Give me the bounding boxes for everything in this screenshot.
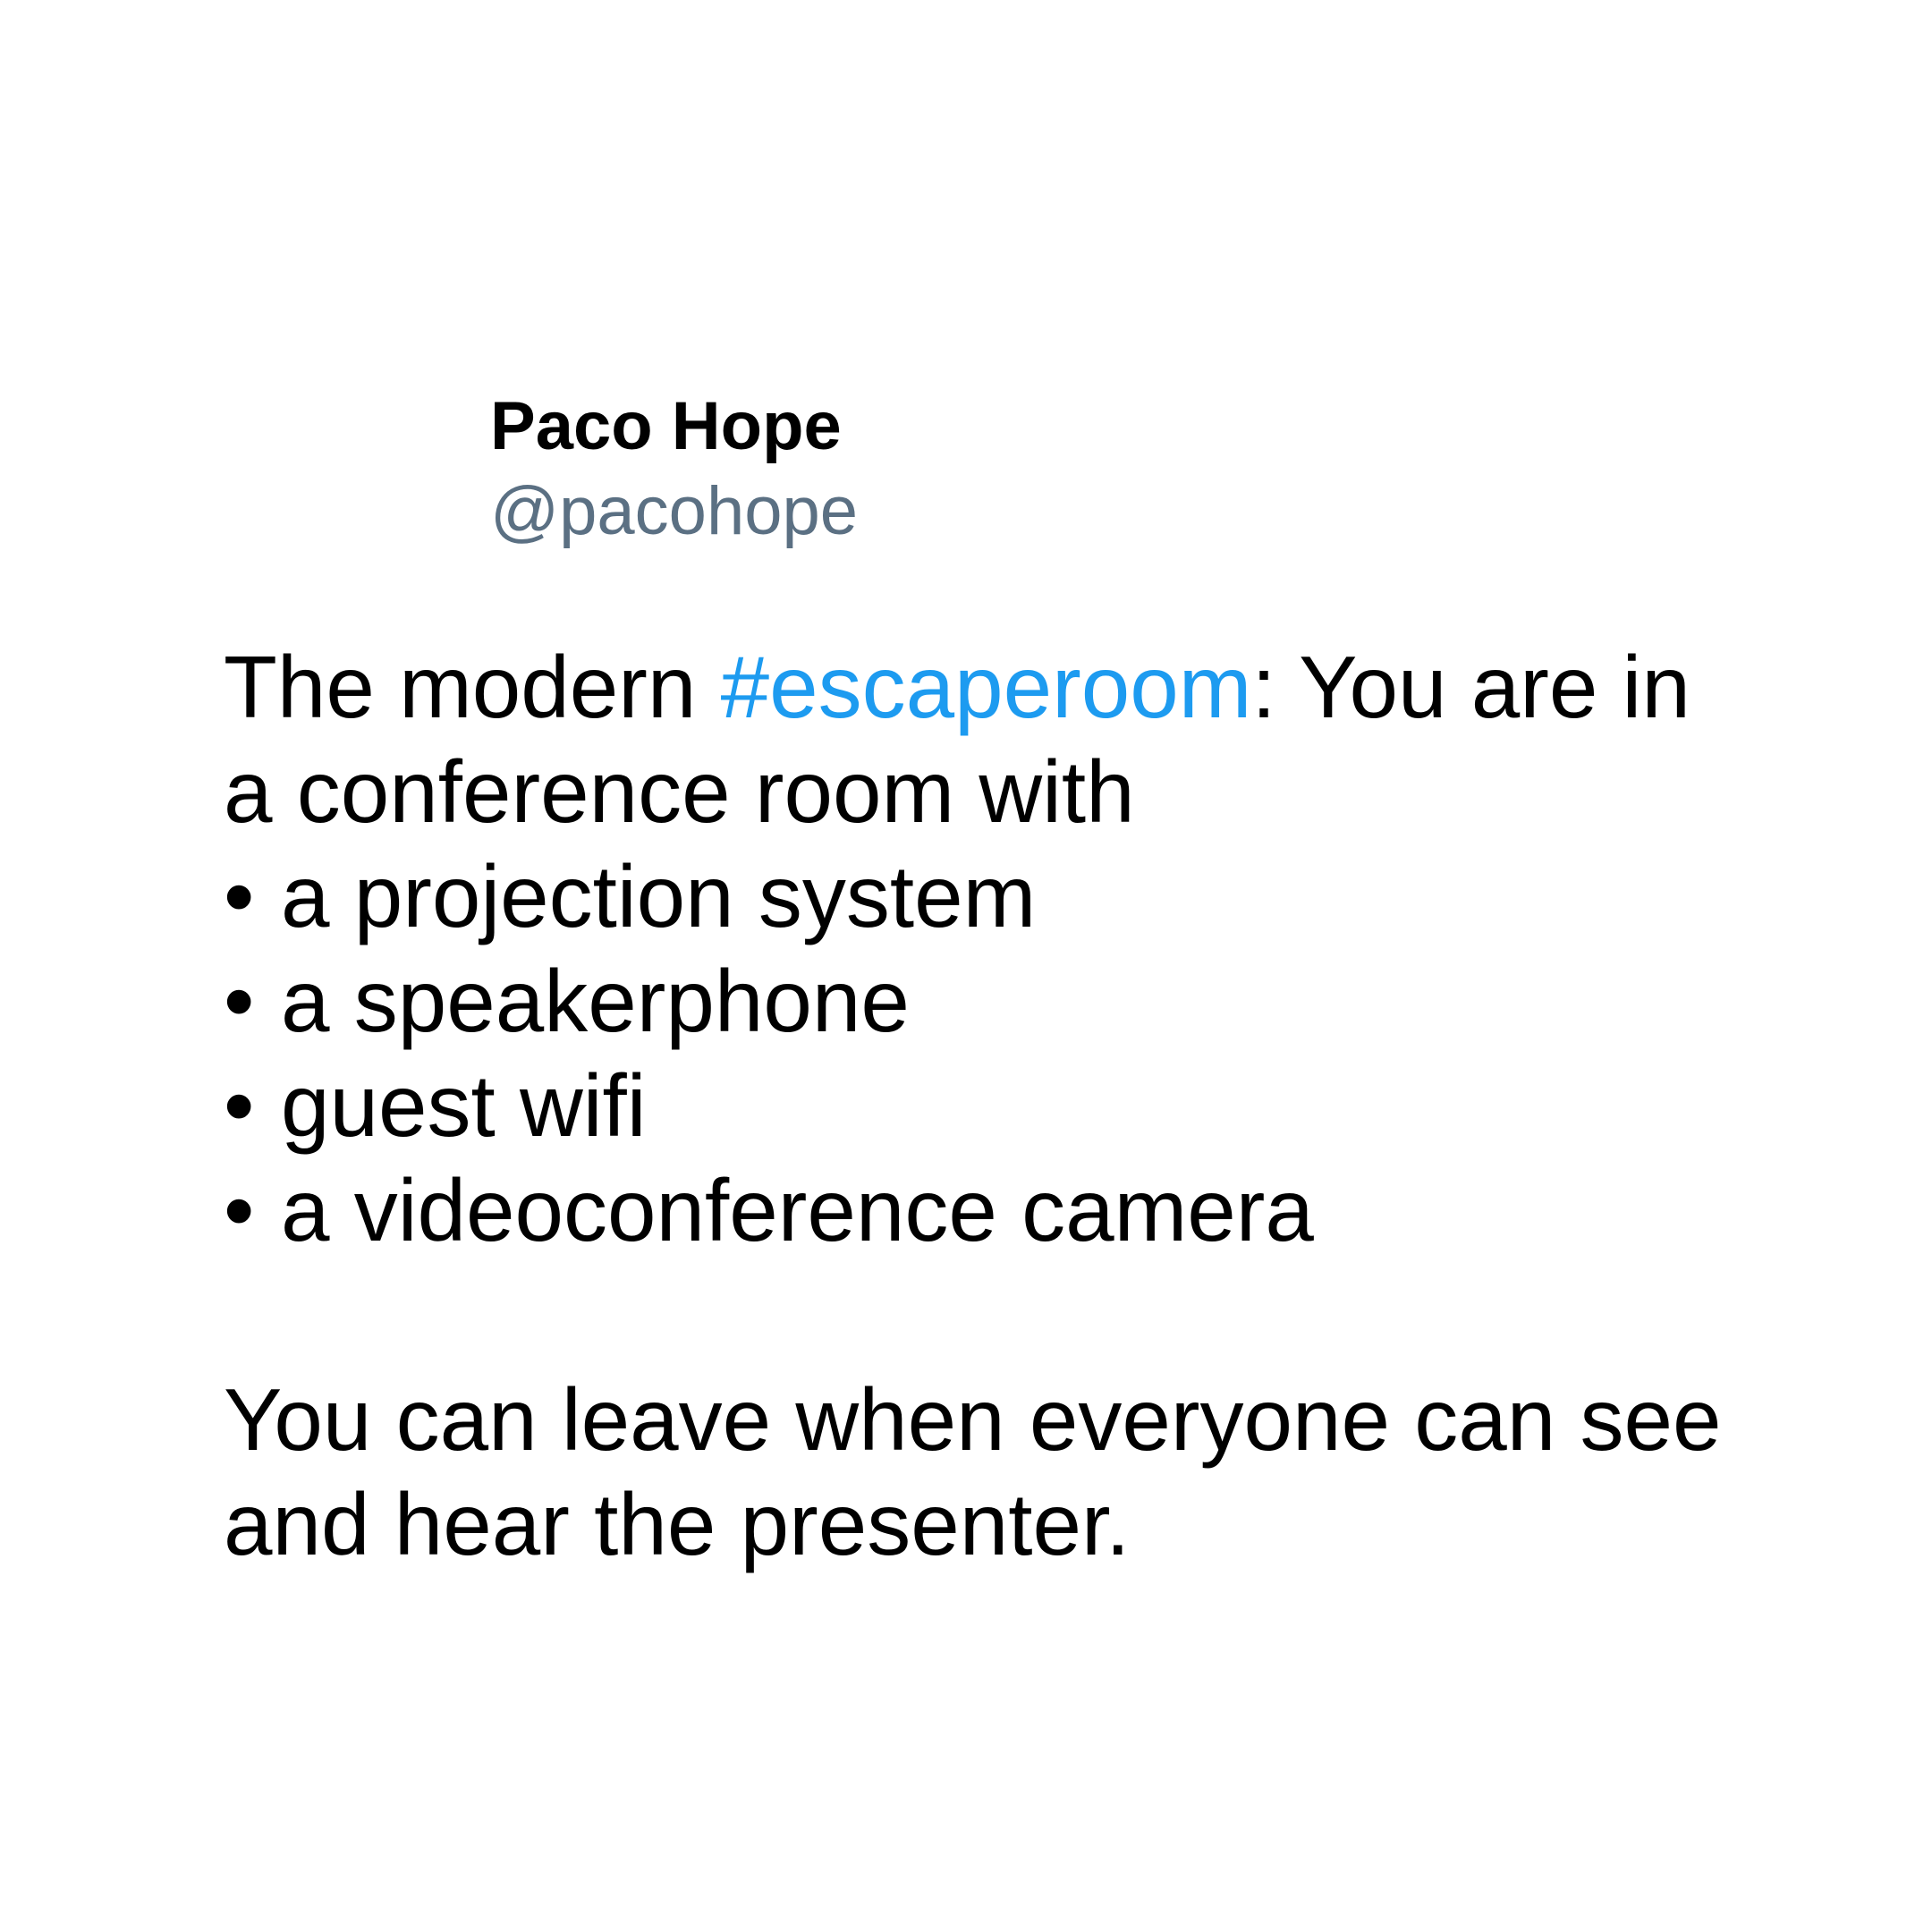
tweet-closing-line-2: and hear the presenter. xyxy=(224,1475,1131,1573)
list-item-label: a videoconference camera xyxy=(281,1161,1314,1259)
list-item: • a speakerphone xyxy=(224,949,1798,1054)
bullet-icon: • xyxy=(224,847,255,945)
tweet-author: Paco Hope @pacohope xyxy=(490,386,858,556)
list-item-label: a speakerphone xyxy=(281,952,910,1050)
author-name[interactable]: Paco Hope xyxy=(490,386,858,467)
list-item: • guest wifi xyxy=(224,1054,1798,1158)
bullet-icon: • xyxy=(224,952,255,1050)
list-item: • a projection system xyxy=(224,844,1798,949)
tweet-closing-line-1: You can leave when everyone can see xyxy=(224,1370,1722,1469)
tweet-intro-line-1: The modern #escaperoom: You are in xyxy=(224,635,1798,740)
bullet-icon: • xyxy=(224,1161,255,1259)
hashtag-link[interactable]: #escaperoom xyxy=(721,638,1252,736)
tweet-intro-continuation: : You are in xyxy=(1251,638,1690,736)
tweet-intro-text: The modern xyxy=(224,638,721,736)
list-item: • a videoconference camera xyxy=(224,1158,1798,1263)
tweet-intro-line-2: a conference room with xyxy=(224,742,1135,841)
bullet-icon: • xyxy=(224,1056,255,1155)
list-item-label: guest wifi xyxy=(281,1056,647,1155)
tweet-text: The modern #escaperoom: You are in a con… xyxy=(224,635,1798,1577)
author-handle[interactable]: @pacohope xyxy=(490,467,858,556)
list-item-label: a projection system xyxy=(281,847,1037,945)
tweet-card: Paco Hope @pacohope The modern #escapero… xyxy=(0,0,1932,1932)
